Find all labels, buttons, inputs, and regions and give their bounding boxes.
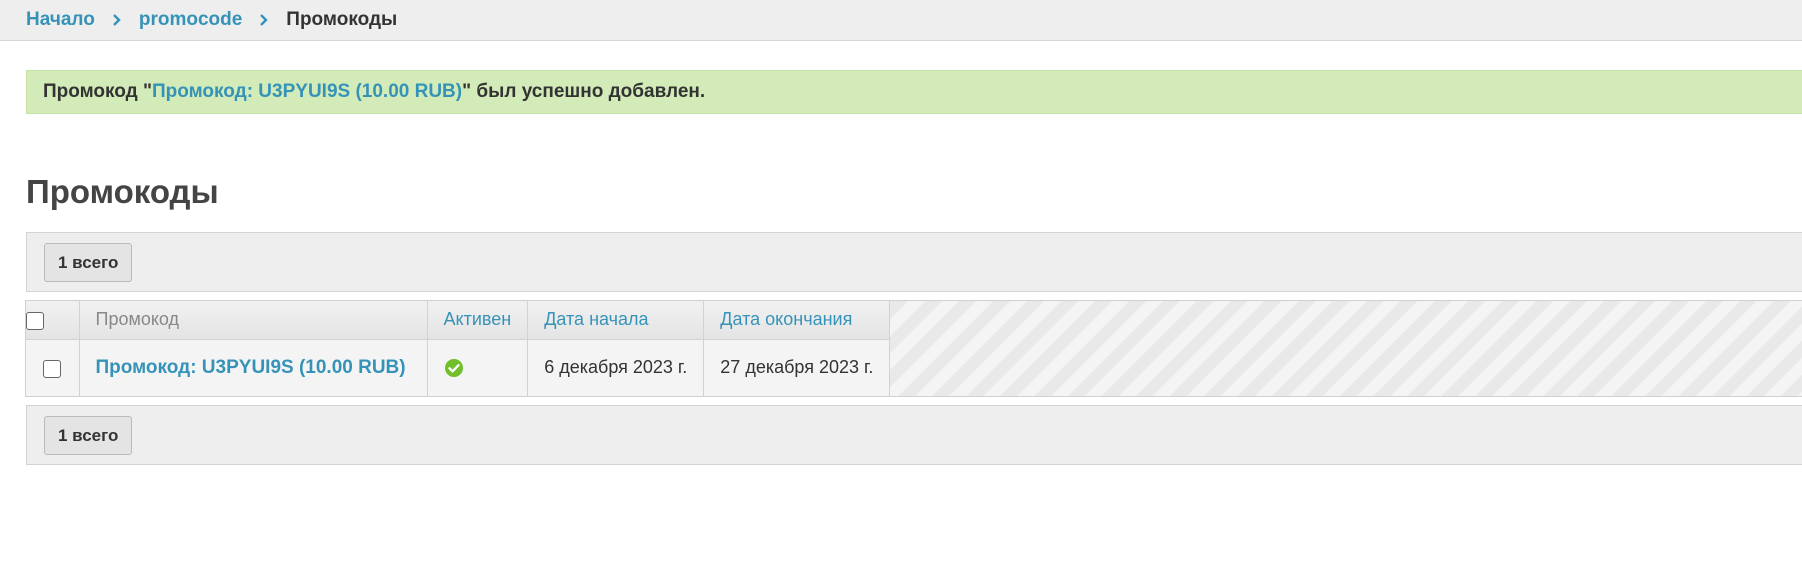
column-header-end-date[interactable]: Дата окончания	[703, 301, 891, 340]
paginator-bottom: 1 всего	[26, 405, 1802, 465]
chevron-right-icon	[260, 14, 268, 26]
message-suffix: " был успешно добавлен.	[462, 81, 706, 102]
table-row: Промокод: U3PYUI9S (10.00 RUB) 6 декабря…	[26, 339, 891, 396]
start-date-cell: 6 декабря 2023 г.	[527, 339, 705, 396]
column-header-start-date[interactable]: Дата начала	[527, 301, 705, 340]
message-prefix: Промокод "	[43, 81, 152, 102]
show-all-count-button[interactable]: 1 всего	[44, 243, 133, 282]
column-header-promocode: Промокод	[79, 301, 428, 340]
results-table: Промокод Активен Дата начала Дата оконча…	[26, 301, 891, 396]
row-select-cell	[26, 339, 80, 396]
promocode-cell: Промокод: U3PYUI9S (10.00 RUB)	[79, 339, 428, 396]
table-header-row: Промокод Активен Дата начала Дата оконча…	[26, 301, 891, 340]
paginator-top: 1 всего	[26, 232, 1802, 292]
results-table-container: Промокод Активен Дата начала Дата оконча…	[25, 300, 1802, 397]
breadcrumb-current: Промокоды	[286, 9, 398, 30]
chevron-right-icon	[112, 14, 121, 26]
page-title: Промокоды	[26, 173, 219, 210]
check-circle-icon	[444, 359, 463, 378]
end-date-cell: 27 декабря 2023 г.	[703, 339, 891, 396]
active-cell	[427, 339, 529, 396]
breadcrumb-home-link[interactable]: Начало	[26, 9, 95, 31]
select-all-header	[26, 301, 80, 340]
show-all-count-button[interactable]: 1 всего	[44, 416, 133, 455]
promocode-link[interactable]: Промокод: U3PYUI9S (10.00 RUB)	[96, 357, 406, 378]
row-select-checkbox[interactable]	[43, 359, 62, 378]
success-message: Промокод " Промокод: U3PYUI9S (10.00 RUB)…	[26, 70, 1802, 114]
select-all-checkbox[interactable]	[26, 311, 44, 330]
breadcrumb: Начало promocode Промокоды	[0, 0, 1802, 41]
message-object-link[interactable]: Промокод: U3PYUI9S (10.00 RUB)	[152, 81, 462, 103]
breadcrumb-app-link[interactable]: promocode	[139, 9, 242, 31]
column-header-active[interactable]: Активен	[427, 301, 529, 340]
